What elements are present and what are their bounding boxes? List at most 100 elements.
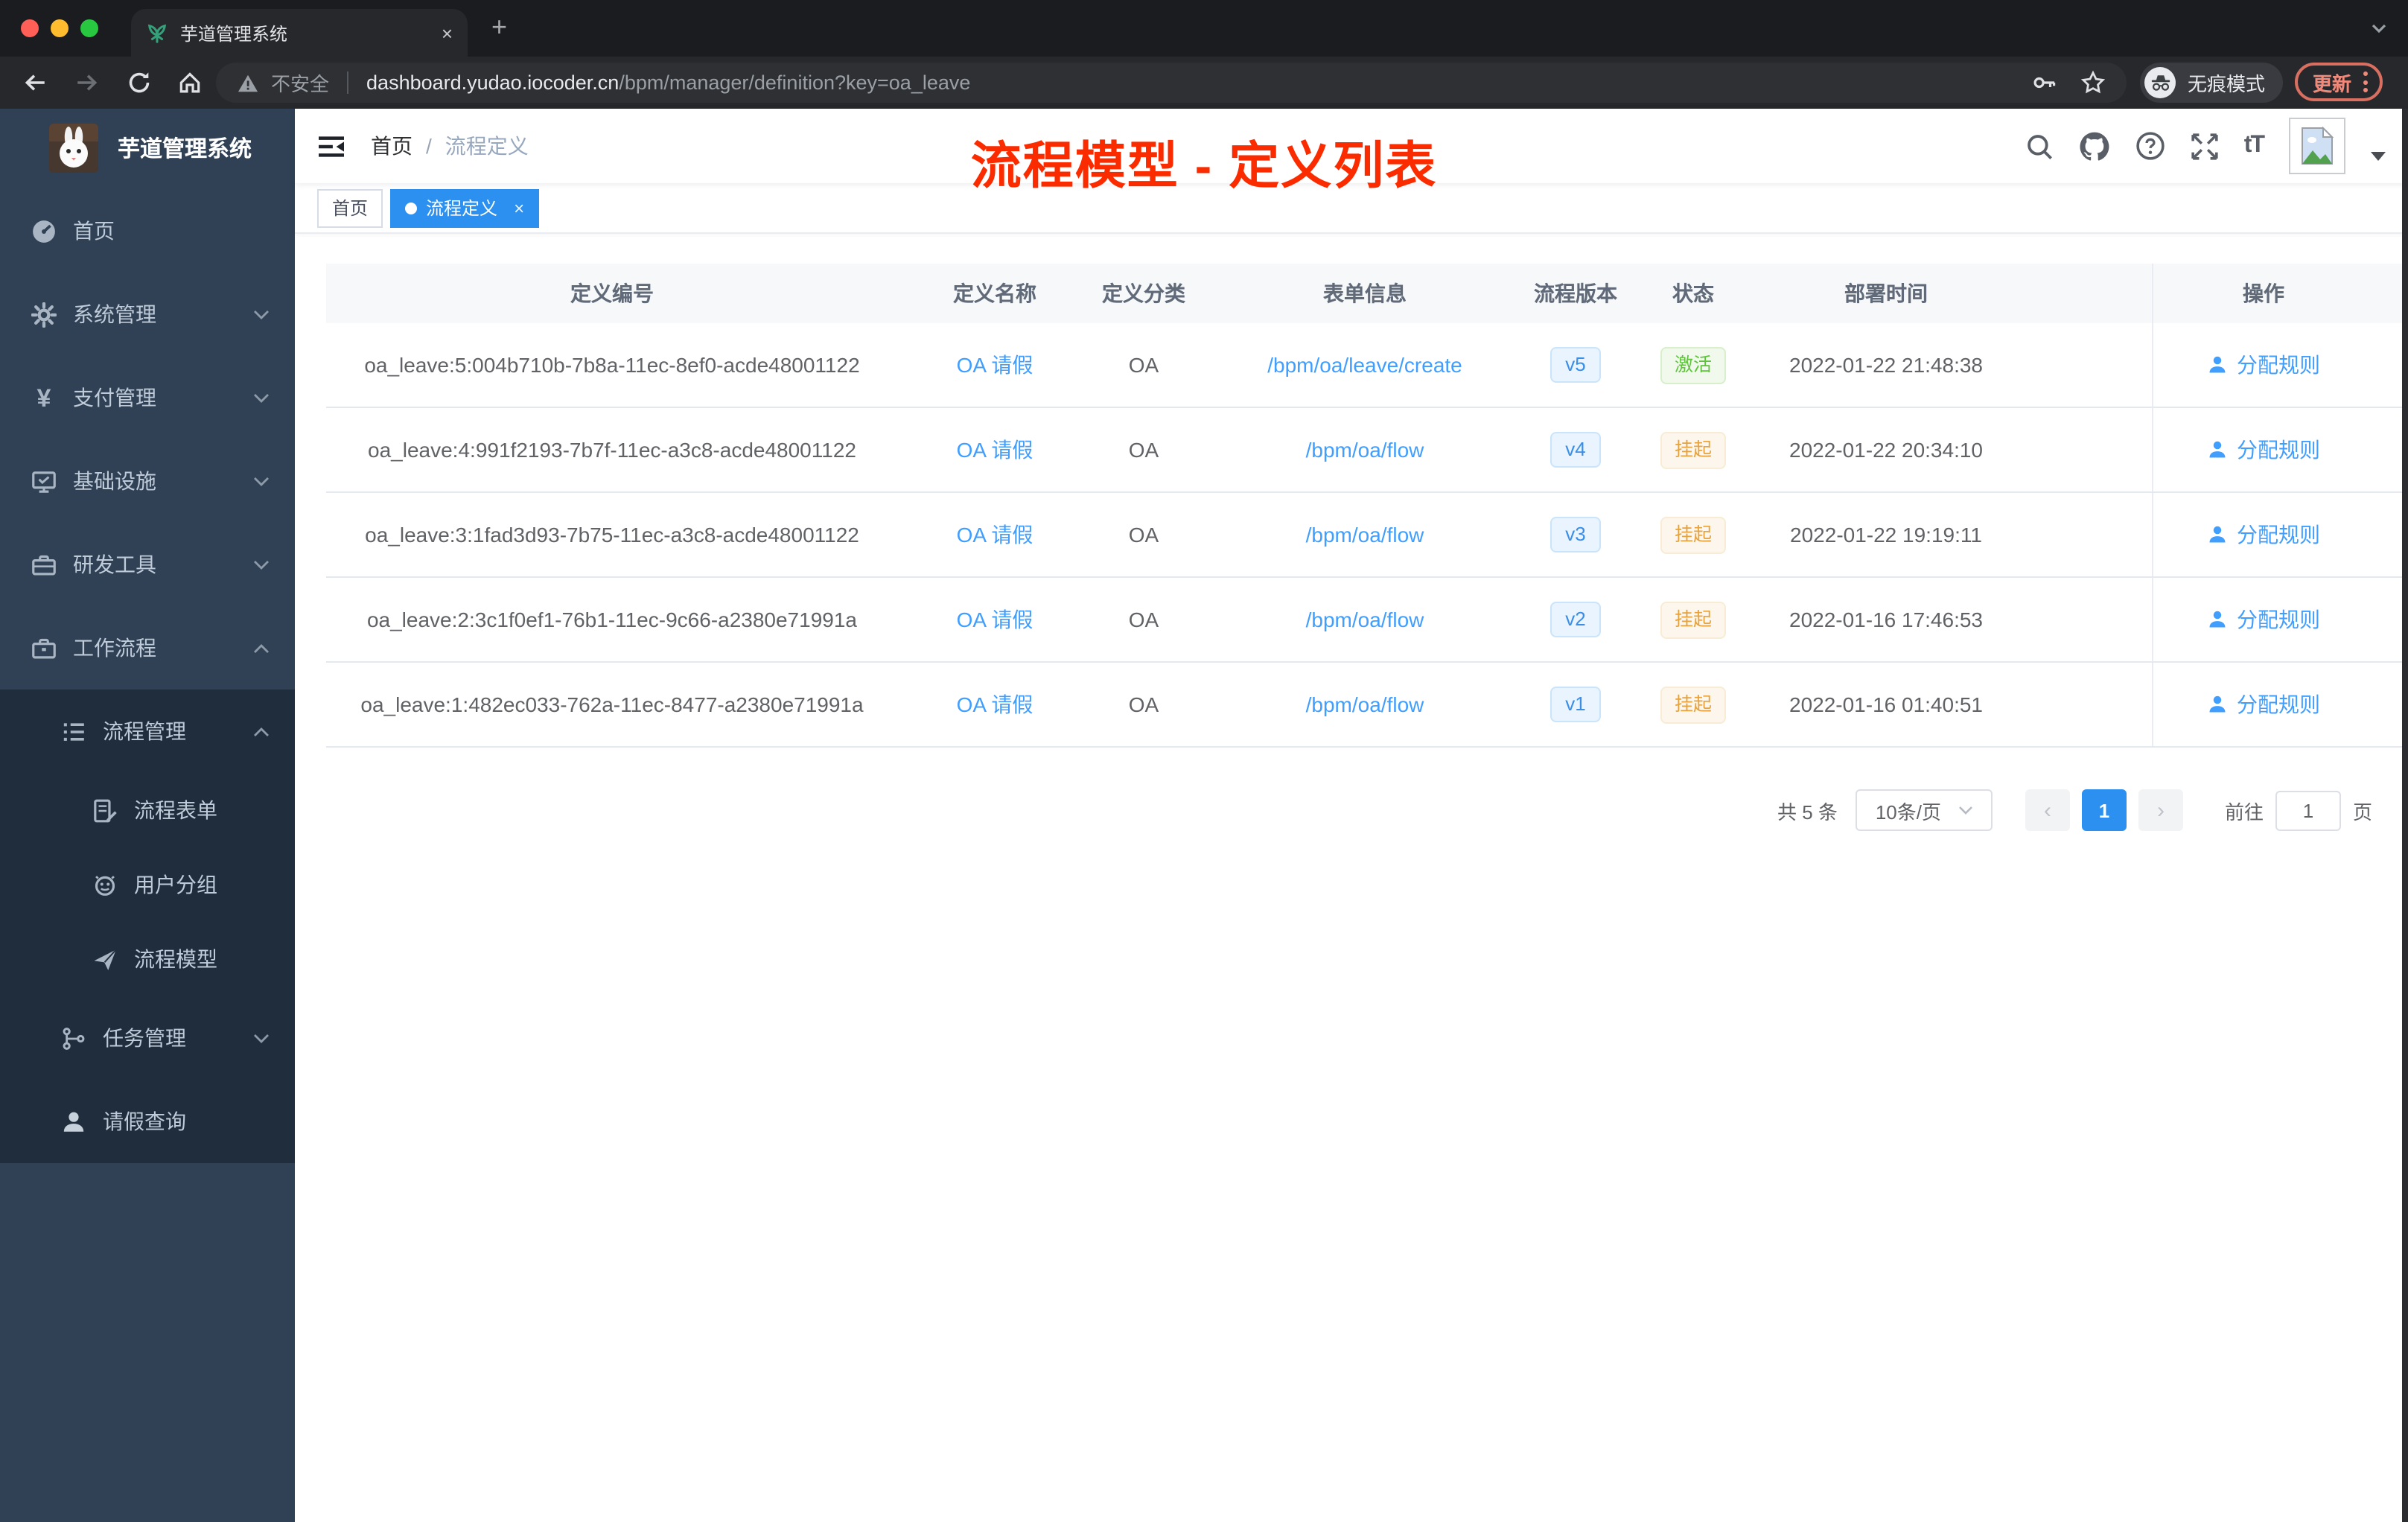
browser-toolbar: 不安全 dashboard.yudao.iocoder.cn/bpm/manag…	[0, 57, 2408, 109]
form-info-link[interactable]: /bpm/oa/leave/create	[1196, 353, 1534, 377]
app-logo-row[interactable]: 芋道管理系统	[0, 109, 295, 186]
cell-definition-id: oa_leave:5:004b710b-7b8a-11ec-8ef0-acde4…	[364, 353, 860, 377]
tag-process-definition[interactable]: 流程定义 ×	[390, 188, 540, 227]
app-logo-rabbit-image	[49, 123, 98, 172]
breadcrumb-home[interactable]: 首页	[371, 131, 413, 161]
font-size-icon[interactable]: tT	[2244, 133, 2265, 159]
cell-deploy-time: 2022-01-22 21:48:38	[1789, 353, 1983, 377]
search-icon[interactable]	[2025, 132, 2054, 160]
browser-tab[interactable]: 芋道管理系统 ×	[131, 9, 468, 57]
cell-operation: 分配规则	[2152, 323, 2374, 407]
tab-search-chevron-icon[interactable]	[2371, 22, 2387, 34]
form-info-link[interactable]: /bpm/oa/flow	[1196, 523, 1534, 547]
status-badge: 挂起	[1660, 431, 1725, 468]
form-info-link[interactable]: /bpm/oa/flow	[1196, 692, 1534, 716]
url-divider	[347, 71, 349, 94]
avatar-caret-icon[interactable]	[2371, 152, 2386, 161]
tag-close-icon[interactable]: ×	[514, 197, 524, 218]
dashboard-icon	[31, 218, 57, 243]
user-group-icon	[92, 872, 118, 897]
assign-rule-link[interactable]: 分配规则	[2237, 435, 2320, 465]
current-page-button[interactable]: 1	[2081, 789, 2127, 831]
browser-menu-icon[interactable]	[2363, 71, 2369, 92]
tab-close-icon[interactable]: ×	[442, 23, 453, 42]
close-window-button[interactable]	[21, 19, 39, 37]
new-tab-button[interactable]: +	[491, 12, 507, 43]
definition-name-link[interactable]: OA 请假	[898, 435, 1092, 465]
url-bar[interactable]: 不安全 dashboard.yudao.iocoder.cn/bpm/manag…	[216, 63, 2127, 103]
url-host: dashboard.yudao.iocoder.cn	[366, 71, 619, 94]
assign-rule-link[interactable]: 分配规则	[2237, 690, 2320, 719]
tab-title: 芋道管理系统	[180, 23, 288, 44]
fullscreen-icon[interactable]	[2191, 132, 2219, 160]
hamburger-collapse-icon[interactable]	[317, 133, 345, 159]
assign-user-icon	[2209, 695, 2226, 713]
incognito-icon	[2144, 67, 2176, 98]
chrome-update-button[interactable]: 更新	[2295, 63, 2383, 101]
sidebar-item-workflow[interactable]: 工作流程	[0, 606, 295, 690]
forward-icon[interactable]	[74, 70, 100, 95]
table-row: oa_leave:5:004b710b-7b8a-11ec-8ef0-acde4…	[326, 323, 2408, 408]
chevron-down-icon	[254, 1034, 269, 1042]
col-header-time: 部署时间	[1844, 281, 1928, 305]
url-path: /bpm/manager/definition?key=oa_leave	[619, 71, 971, 94]
breadcrumb: 首页 / 流程定义	[371, 131, 529, 161]
sidebar-item-label: 研发工具	[73, 553, 156, 576]
assign-rule-link[interactable]: 分配规则	[2237, 350, 2320, 380]
help-question-icon[interactable]	[2135, 131, 2165, 161]
goto-page-input[interactable]: 1	[2275, 790, 2341, 830]
reload-icon[interactable]	[127, 70, 152, 95]
next-page-button[interactable]: ›	[2138, 789, 2183, 831]
document-edit-icon	[92, 797, 118, 823]
sidebar-item-system[interactable]: 系统管理	[0, 273, 295, 356]
definition-name-link[interactable]: OA 请假	[898, 690, 1092, 719]
form-info-link[interactable]: /bpm/oa/flow	[1196, 438, 1534, 462]
github-icon[interactable]	[2079, 130, 2110, 162]
active-dot	[405, 202, 418, 214]
breadcrumb-separator: /	[426, 134, 432, 158]
zoom-window-button[interactable]	[80, 19, 98, 37]
assign-rule-link[interactable]: 分配规则	[2237, 520, 2320, 550]
assign-rule-link[interactable]: 分配规则	[2237, 605, 2320, 634]
tags-view-bar: 首页 流程定义 ×	[295, 183, 2408, 234]
definition-name-link[interactable]: OA 请假	[898, 350, 1092, 380]
table-body: oa_leave:5:004b710b-7b8a-11ec-8ef0-acde4…	[326, 323, 2408, 748]
bookmark-star-icon[interactable]	[2080, 70, 2106, 95]
sidebar-item-label: 任务管理	[103, 1026, 186, 1050]
cell-deploy-time: 2022-01-16 01:40:51	[1789, 692, 1983, 716]
assign-user-icon	[2209, 356, 2226, 373]
definition-name-link[interactable]: OA 请假	[898, 605, 1092, 634]
sidebar-item-payment[interactable]: ¥ 支付管理	[0, 356, 295, 439]
definition-name-link[interactable]: OA 请假	[898, 520, 1092, 550]
sidebar-item-process-form[interactable]: 流程表单	[0, 773, 295, 847]
avatar[interactable]	[2289, 118, 2345, 174]
back-icon[interactable]	[22, 70, 48, 95]
sidebar-item-leave-query[interactable]: 请假查询	[0, 1080, 295, 1163]
goto-page: 前往 1 页	[2225, 790, 2372, 830]
sidebar-item-task-manage[interactable]: 任务管理	[0, 996, 295, 1080]
favicon-sprout-icon	[147, 23, 167, 42]
table-row: oa_leave:2:3c1f0ef1-76b1-11ec-9c66-a2380…	[326, 578, 2408, 663]
sidebar-item-label: 流程模型	[134, 947, 217, 971]
home-icon[interactable]	[177, 70, 203, 95]
list-icon	[61, 719, 86, 744]
status-badge: 挂起	[1660, 516, 1725, 553]
page-size-select[interactable]: 10条/页	[1855, 789, 1993, 831]
sidebar-item-user-group[interactable]: 用户分组	[0, 847, 295, 922]
sidebar-item-infra[interactable]: 基础设施	[0, 439, 295, 523]
sidebar-item-home[interactable]: 首页	[0, 189, 295, 273]
macos-traffic-lights	[21, 19, 98, 37]
form-info-link[interactable]: /bpm/oa/flow	[1196, 608, 1534, 631]
prev-page-button[interactable]: ‹	[2025, 789, 2070, 831]
password-key-icon[interactable]	[2031, 70, 2057, 95]
tag-home[interactable]: 首页	[317, 188, 383, 227]
app-title: 芋道管理系统	[118, 136, 252, 162]
minimize-window-button[interactable]	[51, 19, 69, 37]
sidebar-item-process-model[interactable]: 流程模型	[0, 922, 295, 996]
cell-category: OA	[1128, 523, 1159, 547]
assign-user-icon	[2209, 611, 2226, 628]
sidebar-item-devtools[interactable]: 研发工具	[0, 523, 295, 606]
sidebar-item-process-manage[interactable]: 流程管理	[0, 690, 295, 773]
incognito-label: 无痕模式	[2188, 73, 2266, 95]
goto-label: 前往	[2224, 800, 2264, 823]
